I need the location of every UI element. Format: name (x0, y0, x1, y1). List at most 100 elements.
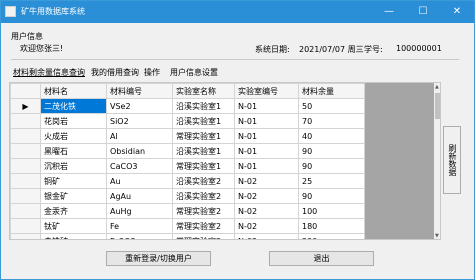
system-date-value: 2021/07/07 周三 (299, 45, 364, 54)
row-header[interactable] (10, 203, 41, 219)
row-header[interactable] (10, 113, 41, 129)
table-cell[interactable]: 花岗岩 (40, 113, 107, 129)
table-cell[interactable]: 铜矿 (40, 173, 107, 189)
table-cell[interactable]: 50 (298, 98, 365, 114)
table-cell[interactable]: N-02 (234, 218, 299, 234)
row-header[interactable] (10, 143, 41, 159)
table-cell[interactable]: N-01 (234, 98, 299, 114)
table-cell[interactable]: 290 (298, 233, 365, 239)
column-header[interactable]: 材料编号 (106, 83, 173, 99)
grid-scrollbar[interactable]: ▲ ▼ (434, 83, 440, 239)
table-row[interactable]: 黑曜石 Obsidian 沿溪实验室1 N-01 90 (10, 143, 365, 159)
row-header[interactable] (10, 188, 41, 204)
student-id-value: 100000001 (396, 44, 442, 53)
table-cell[interactable]: 25 (298, 173, 365, 189)
row-header[interactable] (10, 158, 41, 174)
table-cell[interactable]: CaCO3 (106, 158, 173, 174)
column-header[interactable]: 材料名 (40, 83, 107, 99)
table-cell[interactable]: 40 (298, 128, 365, 144)
table-cell[interactable]: SiO2 (106, 113, 173, 129)
table-cell[interactable]: 90 (298, 143, 365, 159)
table-cell[interactable]: AuHg (106, 203, 173, 219)
table-cell[interactable]: 沿溪实验室1 (172, 143, 235, 159)
row-header[interactable] (10, 173, 41, 189)
table-cell[interactable]: N-02 (234, 188, 299, 204)
table-cell[interactable]: N-01 (234, 128, 299, 144)
table-cell[interactable]: 沿溪实验室1 (172, 113, 235, 129)
table-cell[interactable]: Obsidian (106, 143, 173, 159)
menu-user-settings[interactable]: 用户信息设置 (170, 67, 218, 78)
table-cell[interactable]: 常理实验室2 (172, 218, 235, 234)
table-cell[interactable]: 沿溪实验室2 (172, 188, 235, 204)
table-cell[interactable]: N-01 (234, 143, 299, 159)
menu-operations[interactable]: 操作 (144, 67, 160, 78)
column-header[interactable]: 材料余量 (298, 83, 365, 99)
material-grid[interactable]: 材料名 材料编号 实验室名称 实验室编号 材料余量 ▶ 二茂化铁 VSe2 沿溪实验室… (9, 82, 441, 240)
table-cell[interactable]: N-02 (234, 233, 299, 239)
table-cell[interactable]: 沉积岩 (40, 158, 107, 174)
student-id-label: 学号: (364, 45, 383, 54)
refresh-data-button[interactable]: 刷新数据 (443, 126, 461, 194)
row-header[interactable] (10, 128, 41, 144)
table-cell[interactable]: 常理实验室1 (172, 128, 235, 144)
title-bar: 矿牛用数据库系统 — ☐ ✕ (1, 1, 474, 23)
menu-my-borrowing[interactable]: 我的借用查询 (91, 67, 139, 78)
table-header-row: 材料名 材料编号 实验室名称 实验室编号 材料余量 (10, 83, 365, 99)
table-cell[interactable]: 常理实验室1 (172, 158, 235, 174)
exit-button[interactable]: 退出 (269, 251, 374, 266)
table-row[interactable]: 火成岩 Al 常理实验室1 N-01 40 (10, 128, 365, 144)
table-cell[interactable]: 90 (298, 158, 365, 174)
table-cell[interactable]: Fe2O3 (106, 233, 173, 239)
table-row[interactable]: 铜矿 Au 沿溪实验室2 N-02 25 (10, 173, 365, 189)
table-cell[interactable]: Au (106, 173, 173, 189)
scroll-up-icon[interactable]: ▲ (435, 84, 439, 90)
table-cell[interactable]: 银金矿 (40, 188, 107, 204)
main-window: 矿牛用数据库系统 — ☐ ✕ 用户信息 欢迎您张三! 系统日期: 2021/07… (0, 0, 475, 280)
table-cell[interactable]: 赤铁矿 (40, 233, 107, 239)
table-cell[interactable]: N-01 (234, 113, 299, 129)
system-date-label: 系统日期: (255, 45, 290, 54)
switch-user-button[interactable]: 重新登录/切换用户 (106, 251, 211, 266)
table-row[interactable]: 金汞齐 AuHg 常理实验室2 N-02 100 (10, 203, 365, 219)
table-cell[interactable]: 100 (298, 203, 365, 219)
table-cell[interactable]: 常理实验室2 (172, 203, 235, 219)
table-cell[interactable]: 沿溪实验室2 (172, 173, 235, 189)
menu-material-query[interactable]: 材料剩余量信息查询 (13, 67, 85, 78)
close-icon[interactable]: ✕ (443, 1, 471, 23)
table-cell[interactable]: Al (106, 128, 173, 144)
table-row[interactable]: 赤铁矿Fe2O3常理实验室2N-02290 (10, 233, 365, 239)
table-cell[interactable]: 黑曜石 (40, 143, 107, 159)
table-cell[interactable]: Fe (106, 218, 173, 234)
maximize-icon[interactable]: ☐ (409, 1, 437, 23)
table-cell[interactable]: 钛矿 (40, 218, 107, 234)
table-row[interactable]: 钛矿 Fe 常理实验室2 N-02 180 (10, 218, 365, 234)
table-cell[interactable]: AgAu (106, 188, 173, 204)
table-cell[interactable]: N-01 (234, 158, 299, 174)
scroll-down-icon[interactable]: ▼ (435, 233, 439, 239)
row-header[interactable] (10, 233, 41, 239)
welcome-text: 欢迎您张三! (20, 44, 64, 53)
table-cell[interactable]: N-02 (234, 173, 299, 189)
scroll-thumb[interactable] (435, 93, 440, 119)
table-cell[interactable]: 金汞齐 (40, 203, 107, 219)
table-row[interactable]: 花岗岩 SiO2 沿溪实验室1 N-01 70 (10, 113, 365, 129)
row-header[interactable] (10, 218, 41, 234)
table-cell[interactable]: 180 (298, 218, 365, 234)
minimize-icon[interactable]: — (375, 1, 403, 23)
table-cell[interactable]: N-02 (234, 203, 299, 219)
table-cell[interactable]: 常理实验室2 (172, 233, 235, 239)
row-header[interactable]: ▶ (10, 98, 41, 114)
column-header[interactable]: 实验室编号 (234, 83, 299, 99)
table-cell[interactable]: 二茂化铁 (40, 98, 107, 114)
table-cell[interactable]: 90 (298, 188, 365, 204)
table-row[interactable]: ▶ 二茂化铁 VSe2 沿溪实验室1 N-01 50 (10, 98, 365, 114)
user-info-panel: 欢迎您张三! 系统日期: 2021/07/07 周三 学号: 100000001 (11, 39, 459, 60)
table-row[interactable]: 银金矿 AgAu 沿溪实验室2 N-02 90 (10, 188, 365, 204)
table-cell[interactable]: 火成岩 (40, 128, 107, 144)
table-cell[interactable]: VSe2 (106, 98, 173, 114)
table-cell[interactable]: 沿溪实验室1 (172, 98, 235, 114)
table-row[interactable]: 沉积岩 CaCO3 常理实验室1 N-01 90 (10, 158, 365, 174)
column-header[interactable]: 实验室名称 (172, 83, 235, 99)
window-title: 矿牛用数据库系统 (21, 7, 85, 16)
table-cell[interactable]: 70 (298, 113, 365, 129)
